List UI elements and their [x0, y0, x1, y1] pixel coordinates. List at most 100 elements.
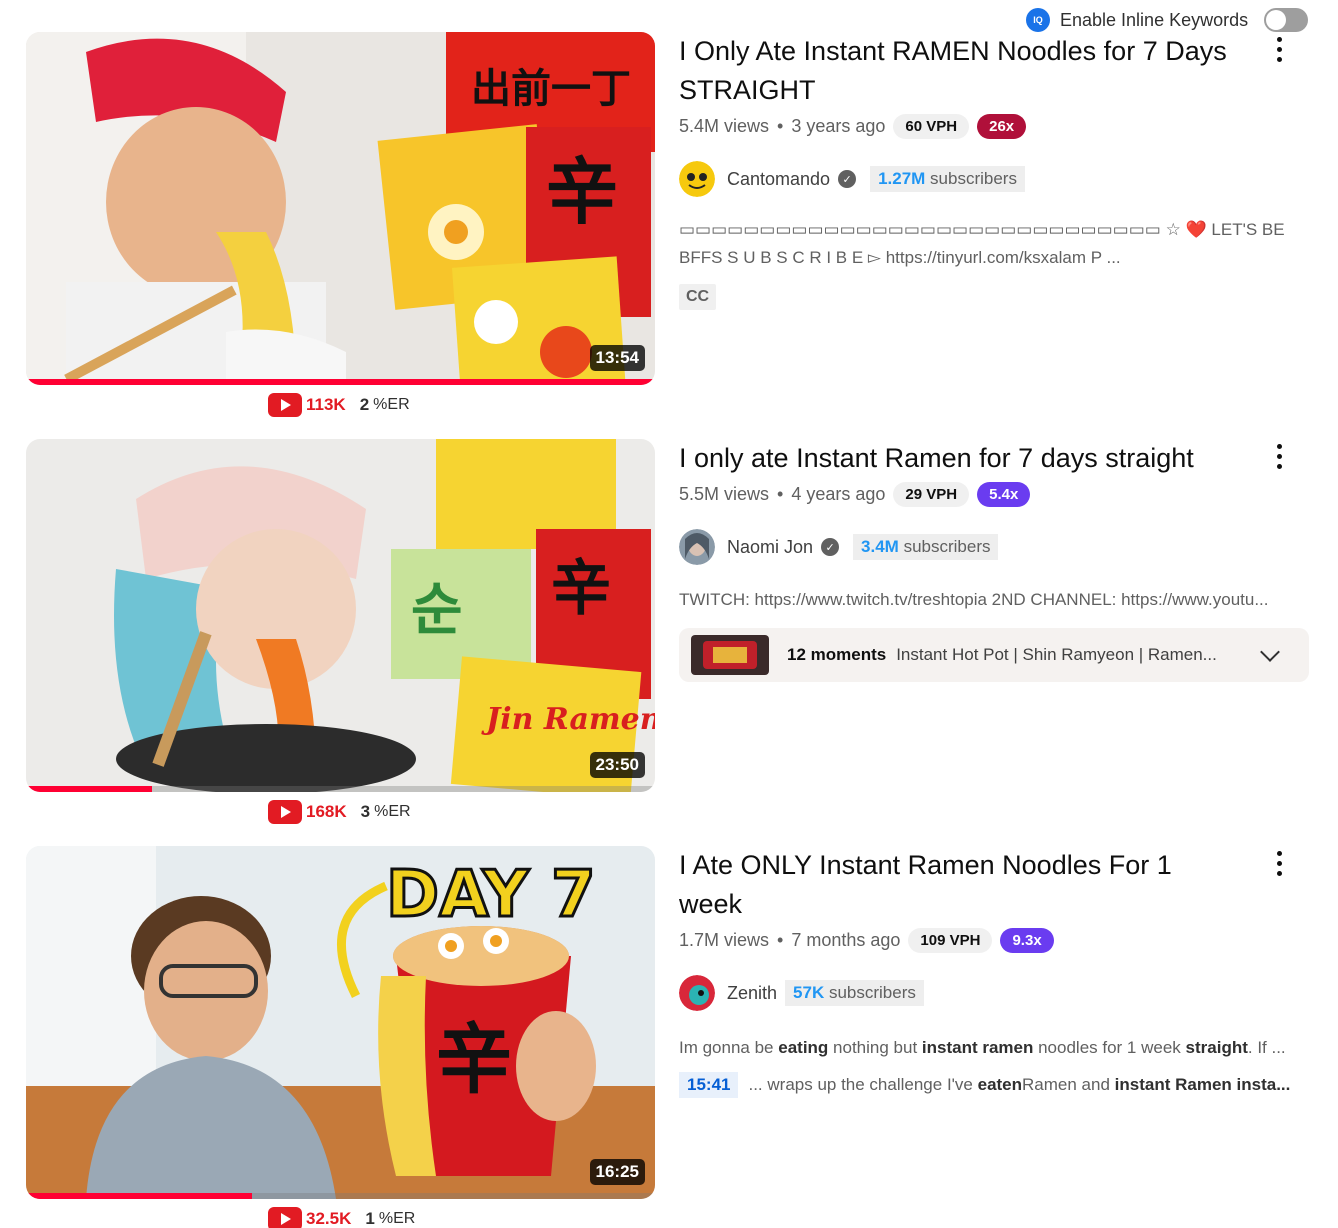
separator-dot: •	[777, 115, 784, 136]
subscriber-label: subscribers	[925, 169, 1017, 188]
verified-badge-icon: ✓	[838, 170, 857, 188]
engagement-rate-label: %ER	[373, 396, 410, 413]
outlier-multiplier-badge: 5.4x	[977, 481, 1031, 507]
youtube-play-icon	[268, 393, 302, 417]
chapter-timestamp[interactable]: 15:41	[679, 1072, 739, 1098]
thumbnail-image: 순 辛 Jin Ramen	[26, 439, 655, 792]
engagement-rate-value: 1	[365, 1209, 375, 1228]
thumbnail-text: DAY 7	[386, 858, 596, 932]
video-thumbnail[interactable]: 出前一丁 辛 13:54	[26, 32, 655, 385]
channel-avatar[interactable]	[679, 161, 715, 197]
video-duration: 16:25	[589, 1159, 645, 1185]
channel-avatar[interactable]	[679, 529, 715, 565]
youtube-play-icon	[268, 1207, 302, 1228]
subscriber-label: subscribers	[824, 983, 916, 1002]
video-description: ▭▭▭▭▭▭▭▭▭▭▭▭▭▭▭▭▭▭▭▭▭▭▭▭▭▭▭▭▭▭ ☆ ❤️ LET'…	[679, 220, 1285, 267]
inline-keywords-toggle-bar: IQ Enable Inline Keywords	[1026, 6, 1309, 34]
channel-name[interactable]: Cantomando	[727, 169, 830, 190]
key-moments-panel[interactable]: 12 moments Instant Hot Pot | Shin Ramyeo…	[679, 628, 1309, 682]
chapter-keyword: eaten	[977, 1075, 1023, 1094]
chapter-snippet: 15:41 ... wraps up the challenge I've ea…	[679, 1072, 1311, 1098]
vph-badge: 29 VPH	[893, 481, 970, 507]
video-thumbnail[interactable]: 순 辛 Jin Ramen 23:50	[26, 439, 655, 792]
more-options-icon[interactable]	[1267, 848, 1291, 878]
more-options-icon[interactable]	[1267, 34, 1291, 64]
chapter-text: ... wraps up the challenge I've	[748, 1075, 973, 1094]
video-meta: 5.4M views • 3 years ago 60 VPH 26x	[679, 110, 1311, 142]
chevron-down-icon[interactable]	[1260, 642, 1280, 662]
video-meta: 1.7M views • 7 months ago 109 VPH 9.3x	[679, 924, 1311, 956]
subscriber-label: subscribers	[898, 537, 991, 556]
video-title[interactable]: I Only Ate Instant RAMEN Noodles for 7 D…	[679, 32, 1239, 110]
view-count: 5.5M views	[679, 483, 770, 504]
channel-info: Cantomando ✓ 1.27M subscribers	[679, 160, 1311, 198]
separator-dot: •	[777, 929, 784, 950]
desc-keyword: instant ramen	[921, 1038, 1034, 1057]
desc-text: noodles for 1 week	[1033, 1038, 1186, 1057]
view-count: 1.7M views	[679, 929, 770, 950]
engagement-stats: 168K 3 %ER	[268, 799, 411, 825]
desc-keyword: eating	[778, 1038, 829, 1057]
video-duration: 13:54	[589, 345, 645, 371]
outlier-multiplier-badge: 26x	[977, 113, 1027, 139]
watch-progress-fill	[26, 379, 655, 385]
engagement-rate-value: 3	[360, 802, 371, 821]
channel-name[interactable]: Zenith	[727, 983, 777, 1004]
desc-keyword: straight	[1185, 1038, 1248, 1057]
engagement-stats: 32.5K 1 %ER	[268, 1206, 415, 1228]
video-thumbnail[interactable]: DAY 7 辛 16:25	[26, 846, 655, 1199]
verified-badge-icon: ✓	[821, 538, 840, 556]
video-title[interactable]: I Ate ONLY Instant Ramen Noodles For 1 w…	[679, 846, 1239, 924]
watch-progress-fill	[26, 1193, 253, 1199]
vph-badge: 109 VPH	[908, 927, 993, 953]
view-count: 5.4M views	[679, 115, 770, 136]
upload-age: 3 years ago	[791, 115, 886, 136]
engagement-rate-value: 2	[359, 395, 370, 414]
closed-captions-badge: CC	[679, 284, 717, 310]
upload-age: 4 years ago	[791, 483, 886, 504]
watch-progress-bar	[26, 379, 655, 385]
video-info: I only ate Instant Ramen for 7 days stra…	[679, 439, 1311, 682]
subscriber-number: 3.4M	[861, 537, 899, 556]
thumbnail-text: 出前一丁	[471, 66, 631, 112]
video-description: TWITCH: https://www.twitch.tv/treshtopia…	[679, 590, 1269, 609]
engagement-stats: 113K 2 %ER	[268, 392, 410, 418]
channel-info: Zenith 57K subscribers	[679, 974, 1311, 1012]
subscriber-number: 57K	[793, 983, 825, 1002]
inline-keywords-switch[interactable]	[1264, 8, 1309, 32]
desc-text: nothing but	[828, 1038, 922, 1057]
video-meta: 5.5M views • 4 years ago 29 VPH 5.4x	[679, 478, 1311, 510]
watch-progress-bar	[26, 1193, 655, 1199]
chapter-keyword: instant Ramen insta...	[1114, 1075, 1291, 1094]
channel-avatar[interactable]	[679, 975, 715, 1011]
likes-count: 32.5K	[306, 1209, 352, 1228]
thumbnail-text: Jin Ramen	[481, 702, 655, 737]
watch-progress-fill	[26, 786, 152, 792]
more-options-icon[interactable]	[1267, 441, 1291, 471]
subscriber-count: 57K subscribers	[785, 980, 924, 1006]
video-title[interactable]: I only ate Instant Ramen for 7 days stra…	[679, 439, 1239, 478]
iq-icon: IQ	[1026, 8, 1050, 32]
separator-dot: •	[777, 483, 784, 504]
outlier-multiplier-badge: 9.3x	[1000, 927, 1054, 953]
upload-age: 7 months ago	[791, 929, 901, 950]
svg-text:순: 순	[411, 578, 463, 643]
subscriber-number: 1.27M	[878, 169, 926, 188]
likes-count: 168K	[306, 802, 347, 821]
video-info: I Ate ONLY Instant Ramen Noodles For 1 w…	[679, 846, 1311, 1098]
likes-count: 113K	[306, 395, 346, 414]
engagement-rate-label: %ER	[378, 1210, 416, 1227]
switch-knob	[1266, 10, 1287, 30]
thumbnail-image: 出前一丁 辛	[26, 32, 655, 385]
desc-text: Im gonna be	[679, 1038, 779, 1057]
youtube-play-icon	[268, 800, 302, 824]
desc-text: . If ...	[1247, 1038, 1286, 1057]
moments-count: 12 moments	[787, 645, 887, 664]
subscriber-count: 1.27M subscribers	[870, 166, 1025, 192]
channel-name[interactable]: Naomi Jon	[727, 537, 813, 558]
svg-text:辛: 辛	[551, 554, 611, 624]
thumbnail-image: DAY 7 辛	[26, 846, 655, 1199]
video-description: Im gonna be eating nothing but instant r…	[679, 1034, 1311, 1062]
engagement-rate-label: %ER	[374, 803, 411, 820]
inline-keywords-label: Enable Inline Keywords	[1060, 9, 1249, 30]
